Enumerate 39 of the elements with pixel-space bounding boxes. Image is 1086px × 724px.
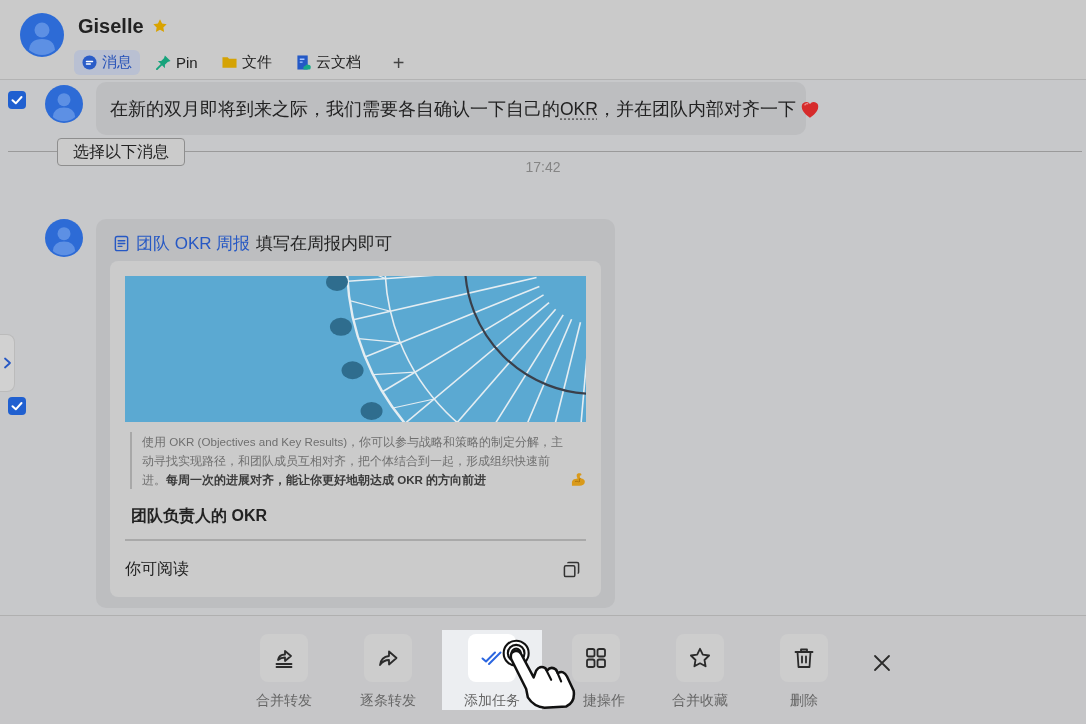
delete-button[interactable]: 删除: [754, 630, 854, 710]
select-below-button[interactable]: 选择以下消息: [57, 138, 185, 166]
permission-text: 你可阅读: [125, 558, 189, 579]
copy-icon[interactable]: [563, 560, 580, 578]
chat-bubble-icon: [82, 55, 97, 70]
chevron-right-icon: [2, 357, 12, 369]
term-link[interactable]: OKR: [560, 98, 598, 119]
pushpin-icon: [156, 55, 171, 70]
message-text: 填写在周报内即可: [256, 232, 393, 255]
forward-each-button[interactable]: 逐条转发: [338, 630, 438, 710]
grid-icon: [584, 646, 608, 670]
star-icon: [688, 646, 712, 670]
document-icon: [113, 234, 130, 252]
avatar: [45, 219, 83, 257]
contact-name: Giselle: [78, 14, 144, 38]
timestamp: 17:42: [525, 159, 561, 175]
merge-favorite-button[interactable]: 合并收藏: [650, 630, 750, 710]
avatar: [20, 13, 64, 57]
checkbox[interactable]: [8, 91, 26, 109]
star-icon[interactable]: [151, 18, 168, 34]
folder-icon: [221, 55, 237, 70]
doc-card[interactable]: 使用 OKR (Objectives and Key Results)，你可以参与战略和策略的制定分解，主动寻找实现路径，和团队成员互相对齐，把个体结合到一起，形成组织快速前进。每周一次的进展对齐，能让你更好地朝达成 OKR 的方向前进 团队负责人的 OKR 你可阅读: [110, 261, 601, 597]
docs-tab[interactable]: 云文档: [287, 50, 369, 75]
expand-handle[interactable]: [0, 334, 15, 392]
message-text: 在新的双月即将到来之际，我们需要各自确认一下自己的OKR，并在团队内部对齐一下: [110, 97, 796, 121]
close-icon: [872, 653, 892, 673]
flexed-arm-icon: [571, 472, 586, 487]
add-tab-button[interactable]: +: [386, 50, 411, 75]
card-heading: 团队负责人的 OKR: [131, 507, 268, 525]
cloud-document-icon: [295, 55, 311, 70]
doc-link[interactable]: 团队 OKR 周报: [136, 231, 251, 255]
merge-forward-button[interactable]: 合并转发: [234, 630, 334, 710]
trash-icon: [792, 646, 816, 670]
files-tab[interactable]: 文件: [213, 50, 280, 75]
avatar: [45, 85, 83, 123]
quote-text: 使用 OKR (Objectives and Key Results)，你可以参与战略和策略的制定分解，主动寻找实现路径，和团队成员互相对齐，把个体结合到一起，形成组织快速前进。每周一次的进展对齐，能让你更好地朝达成 OKR 的方向前进: [142, 434, 565, 488]
checkbox[interactable]: [8, 396, 26, 415]
pin-tab[interactable]: Pin: [148, 50, 206, 75]
messages-tab[interactable]: 消息: [74, 50, 140, 75]
